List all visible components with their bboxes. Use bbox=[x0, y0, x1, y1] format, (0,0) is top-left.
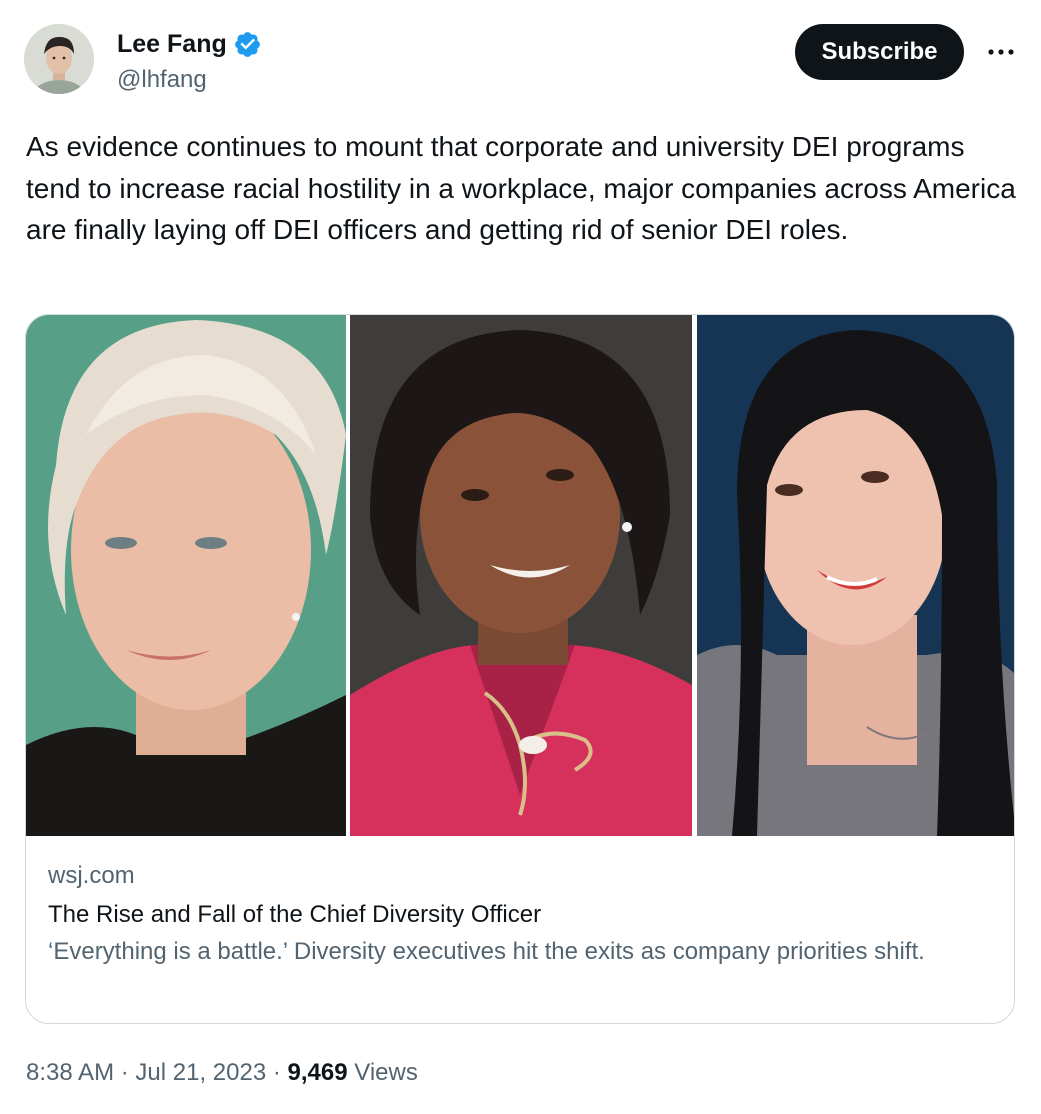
avatar-image bbox=[24, 24, 94, 94]
portrait-photo-3 bbox=[697, 315, 1014, 836]
more-horizontal-icon[interactable] bbox=[985, 38, 1017, 66]
portrait-photo-2 bbox=[350, 315, 692, 836]
tweet-footer: 8:38 AM · Jul 21, 2023 · 9,469 Views bbox=[26, 1056, 418, 1090]
tweet-text: As evidence continues to mount that corp… bbox=[26, 131, 1016, 245]
display-name-row: Lee Fang bbox=[117, 26, 262, 62]
verified-badge-icon[interactable] bbox=[233, 30, 262, 59]
portrait-photo-1 bbox=[26, 315, 346, 836]
footer-separator: · bbox=[120, 1059, 129, 1086]
display-name[interactable]: Lee Fang bbox=[117, 30, 227, 59]
handle[interactable]: @lhfang bbox=[117, 66, 262, 94]
footer-separator: · bbox=[272, 1059, 281, 1086]
author-names: Lee Fang @lhfang bbox=[117, 26, 262, 94]
tweet-header: Lee Fang @lhfang Subscribe bbox=[24, 24, 1017, 96]
views-count: 9,469 bbox=[287, 1059, 348, 1086]
avatar[interactable] bbox=[24, 24, 94, 94]
views-label: Views bbox=[354, 1059, 418, 1086]
subscribe-button[interactable]: Subscribe bbox=[795, 24, 964, 80]
card-meta: wsj.com The Rise and Fall of the Chief D… bbox=[48, 860, 992, 970]
card-domain: wsj.com bbox=[48, 862, 135, 889]
link-card[interactable]: wsj.com The Rise and Fall of the Chief D… bbox=[25, 314, 1015, 1024]
tweet-time[interactable]: 8:38 AM bbox=[26, 1059, 114, 1086]
card-title: The Rise and Fall of the Chief Diversity… bbox=[48, 901, 542, 928]
card-description: ‘Everything is a battle.’ Diversity exec… bbox=[48, 938, 925, 965]
card-image bbox=[26, 315, 1014, 836]
tweet-date[interactable]: Jul 21, 2023 bbox=[135, 1059, 266, 1086]
